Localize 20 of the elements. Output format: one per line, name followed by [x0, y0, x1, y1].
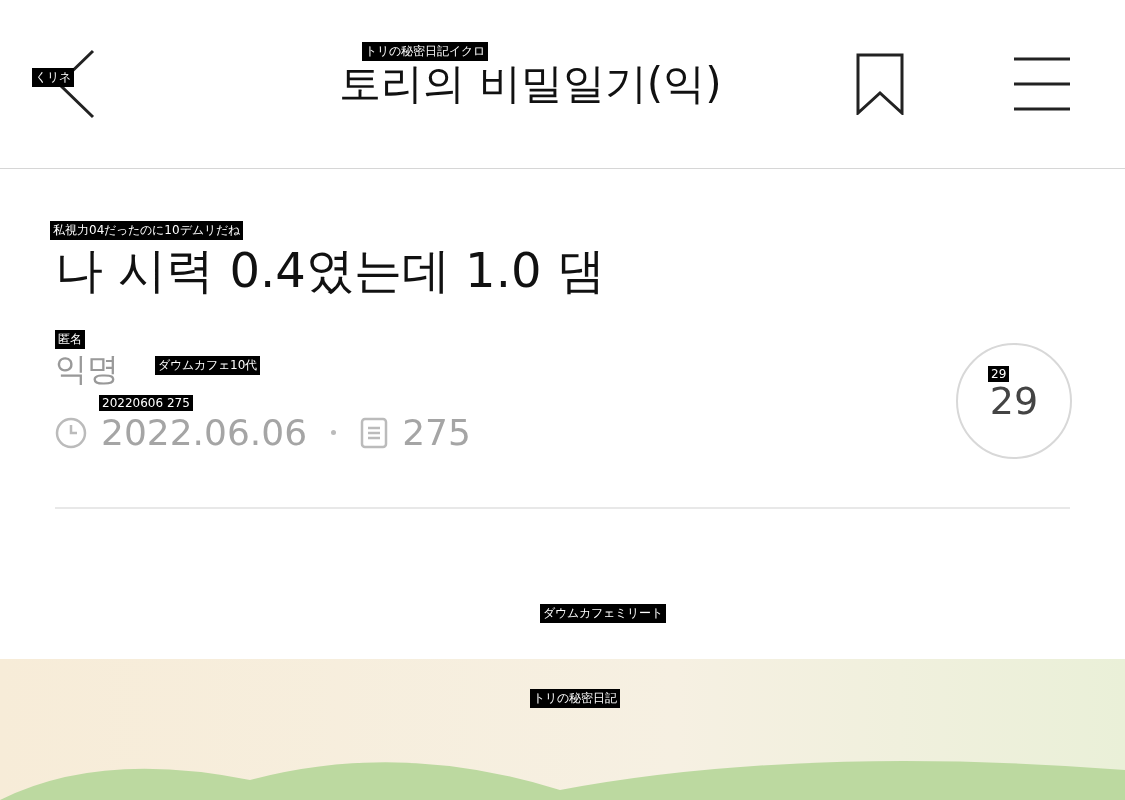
document-icon: [360, 416, 389, 449]
translation-label: くリネ: [32, 68, 74, 87]
translation-label: 29: [988, 366, 1010, 382]
translation-label: 私視力04だったのに10デムリだね: [50, 221, 243, 240]
translation-label: トリの秘密日記イクロ: [362, 42, 488, 61]
post-date: 2022.06.06: [101, 412, 308, 454]
translation-label: ダウムカフェミリート: [540, 604, 666, 623]
translation-label: トリの秘密日記: [530, 689, 620, 708]
menu-button[interactable]: [1014, 56, 1070, 111]
bookmark-icon: [856, 52, 904, 115]
view-count: 275: [402, 412, 471, 454]
author-name: 익명: [55, 349, 119, 391]
menu-icon: [1014, 56, 1070, 111]
translation-label: ダウムカフェ10代: [155, 356, 261, 375]
separator-dot: [331, 430, 337, 436]
translation-label: 匿名: [55, 330, 85, 349]
bookmark-button[interactable]: [856, 52, 904, 115]
clock-icon: [55, 416, 87, 449]
translation-label: 20220606 275: [99, 395, 193, 411]
post-title: 나 시력 0.4였는데 1.0 댐: [55, 240, 606, 300]
